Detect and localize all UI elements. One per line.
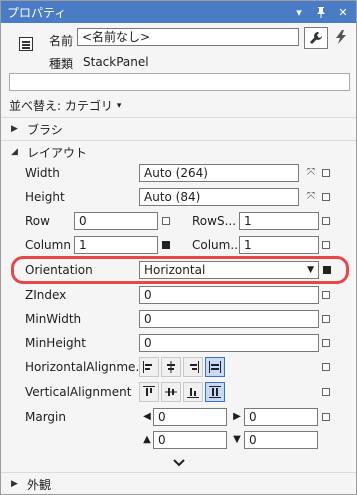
name-label: 名前 xyxy=(49,34,74,48)
property-marker[interactable] xyxy=(322,363,330,371)
align-left-icon[interactable] xyxy=(139,357,159,377)
property-marker[interactable] xyxy=(322,193,330,201)
align-center-icon[interactable] xyxy=(161,357,181,377)
chevron-down-icon xyxy=(172,459,185,467)
align-top-icon[interactable] xyxy=(139,382,159,402)
category-appearance[interactable]: ▶ 外観 xyxy=(1,472,356,495)
dropdown-icon[interactable]: ▾ xyxy=(290,3,308,21)
arrow-down-icon: ▼ xyxy=(233,434,241,445)
align-right-icon[interactable] xyxy=(183,357,203,377)
columnspan-input[interactable]: 1 xyxy=(239,236,319,254)
category-layout[interactable]: ◢ レイアウト xyxy=(1,140,356,163)
minheight-input[interactable]: 0 xyxy=(139,334,319,352)
prop-row-orientation: Orientation Horizontal ▼ xyxy=(1,259,356,281)
chevron-down-icon: ◢ xyxy=(11,147,18,157)
property-marker[interactable] xyxy=(162,217,170,225)
category-appearance-label: 外観 xyxy=(27,477,52,492)
object-header: 名前 <名前なし> 種類 StackPanel xyxy=(1,23,356,71)
margin-left-input[interactable]: 0 xyxy=(153,408,227,426)
margin-label: Margin xyxy=(25,410,66,424)
properties-wrench-button[interactable] xyxy=(304,27,328,49)
close-icon[interactable]: ✕ xyxy=(334,3,352,21)
halign-buttons xyxy=(139,357,225,377)
row-label: Row xyxy=(25,214,50,228)
align-vstretch-icon[interactable] xyxy=(205,382,225,402)
properties-window: プロパティ ▾ ✕ 名前 <名前なし> 種類 StackPanel 並べ替え: … xyxy=(0,0,357,495)
expand-advanced-button[interactable] xyxy=(1,455,356,471)
valign-label: VerticalAlignment xyxy=(25,385,132,399)
property-marker-set[interactable] xyxy=(162,241,170,249)
prop-row-height: Height Auto (84) ⤧ xyxy=(1,186,356,208)
property-marker[interactable] xyxy=(322,169,330,177)
property-marker[interactable] xyxy=(322,315,330,323)
sort-label: 並べ替え: カテゴリ xyxy=(9,99,113,113)
minheight-label: MinHeight xyxy=(25,336,86,350)
property-marker[interactable] xyxy=(322,339,330,347)
orientation-label: Orientation xyxy=(25,263,93,277)
valign-buttons xyxy=(139,382,225,402)
prop-row-row: Row 0 RowS... 1 xyxy=(1,210,356,232)
set-auto-icon[interactable]: ⤧ xyxy=(305,191,317,203)
zindex-input[interactable]: 0 xyxy=(139,286,319,304)
column-label: Column xyxy=(25,238,71,252)
minwidth-label: MinWidth xyxy=(25,312,82,326)
row-input[interactable]: 0 xyxy=(74,212,158,230)
width-label: Width xyxy=(25,166,60,180)
property-marker[interactable] xyxy=(322,241,330,249)
stackpanel-icon xyxy=(19,37,33,51)
prop-row-width: Width Auto (264) ⤧ xyxy=(1,162,356,184)
name-input[interactable]: <名前なし> xyxy=(77,28,299,46)
window-title: プロパティ xyxy=(7,5,67,20)
arrow-right-icon: ▶ xyxy=(233,411,241,422)
zindex-label: ZIndex xyxy=(25,288,67,302)
halign-label: HorizontalAlignme... xyxy=(25,360,147,374)
prop-row-minwidth: MinWidth 0 xyxy=(1,308,356,330)
align-middle-icon[interactable] xyxy=(161,382,181,402)
orientation-select[interactable]: Horizontal ▼ xyxy=(139,261,319,279)
arrow-up-icon: ▲ xyxy=(143,434,151,445)
property-marker[interactable] xyxy=(322,388,330,396)
chevron-down-icon: ▼ xyxy=(307,265,314,275)
align-bottom-icon[interactable] xyxy=(183,382,203,402)
orientation-value: Horizontal xyxy=(144,263,206,277)
property-marker[interactable] xyxy=(322,291,330,299)
type-value: StackPanel xyxy=(83,55,149,69)
prop-row-minheight: MinHeight 0 xyxy=(1,332,356,354)
prop-row-valign: VerticalAlignment xyxy=(1,381,356,403)
type-label: 種類 xyxy=(49,57,74,71)
margin-right-input[interactable]: 0 xyxy=(244,408,318,426)
category-layout-label: レイアウト xyxy=(27,145,88,160)
margin-top-input[interactable]: 0 xyxy=(153,431,227,449)
title-bar: プロパティ ▾ ✕ xyxy=(1,1,356,23)
prop-row-margin: Margin ◀ 0 ▶ 0 ▲ 0 ▼ 0 xyxy=(1,406,356,454)
columnspan-label: Colum... xyxy=(192,238,242,252)
align-stretch-icon[interactable] xyxy=(205,357,225,377)
property-marker[interactable] xyxy=(322,217,330,225)
property-marker-set[interactable] xyxy=(323,266,331,274)
arrow-left-icon: ◀ xyxy=(143,411,151,422)
rowspan-label: RowS... xyxy=(192,214,237,228)
chevron-down-icon: ▾ xyxy=(116,100,122,111)
property-search-input[interactable] xyxy=(9,73,350,91)
height-label: Height xyxy=(25,190,65,204)
column-input[interactable]: 1 xyxy=(74,236,158,254)
category-brush-label: ブラシ xyxy=(27,122,63,137)
events-bolt-button[interactable] xyxy=(330,27,352,47)
property-marker[interactable] xyxy=(322,413,330,421)
prop-row-halign: HorizontalAlignme... xyxy=(1,356,356,378)
chevron-right-icon: ▶ xyxy=(11,479,18,489)
category-brush[interactable]: ▶ ブラシ xyxy=(1,117,356,140)
sort-dropdown[interactable]: 並べ替え: カテゴリ ▾ xyxy=(9,97,121,114)
rowspan-input[interactable]: 1 xyxy=(239,212,319,230)
height-input[interactable]: Auto (84) xyxy=(139,188,299,206)
chevron-right-icon: ▶ xyxy=(11,124,18,134)
width-input[interactable]: Auto (264) xyxy=(139,164,299,182)
minwidth-input[interactable]: 0 xyxy=(139,310,319,328)
pin-icon[interactable] xyxy=(312,3,330,21)
prop-row-zindex: ZIndex 0 xyxy=(1,284,356,306)
prop-row-column: Column 1 Colum... 1 xyxy=(1,234,356,256)
margin-bottom-input[interactable]: 0 xyxy=(244,431,318,449)
set-auto-icon[interactable]: ⤧ xyxy=(305,167,317,179)
